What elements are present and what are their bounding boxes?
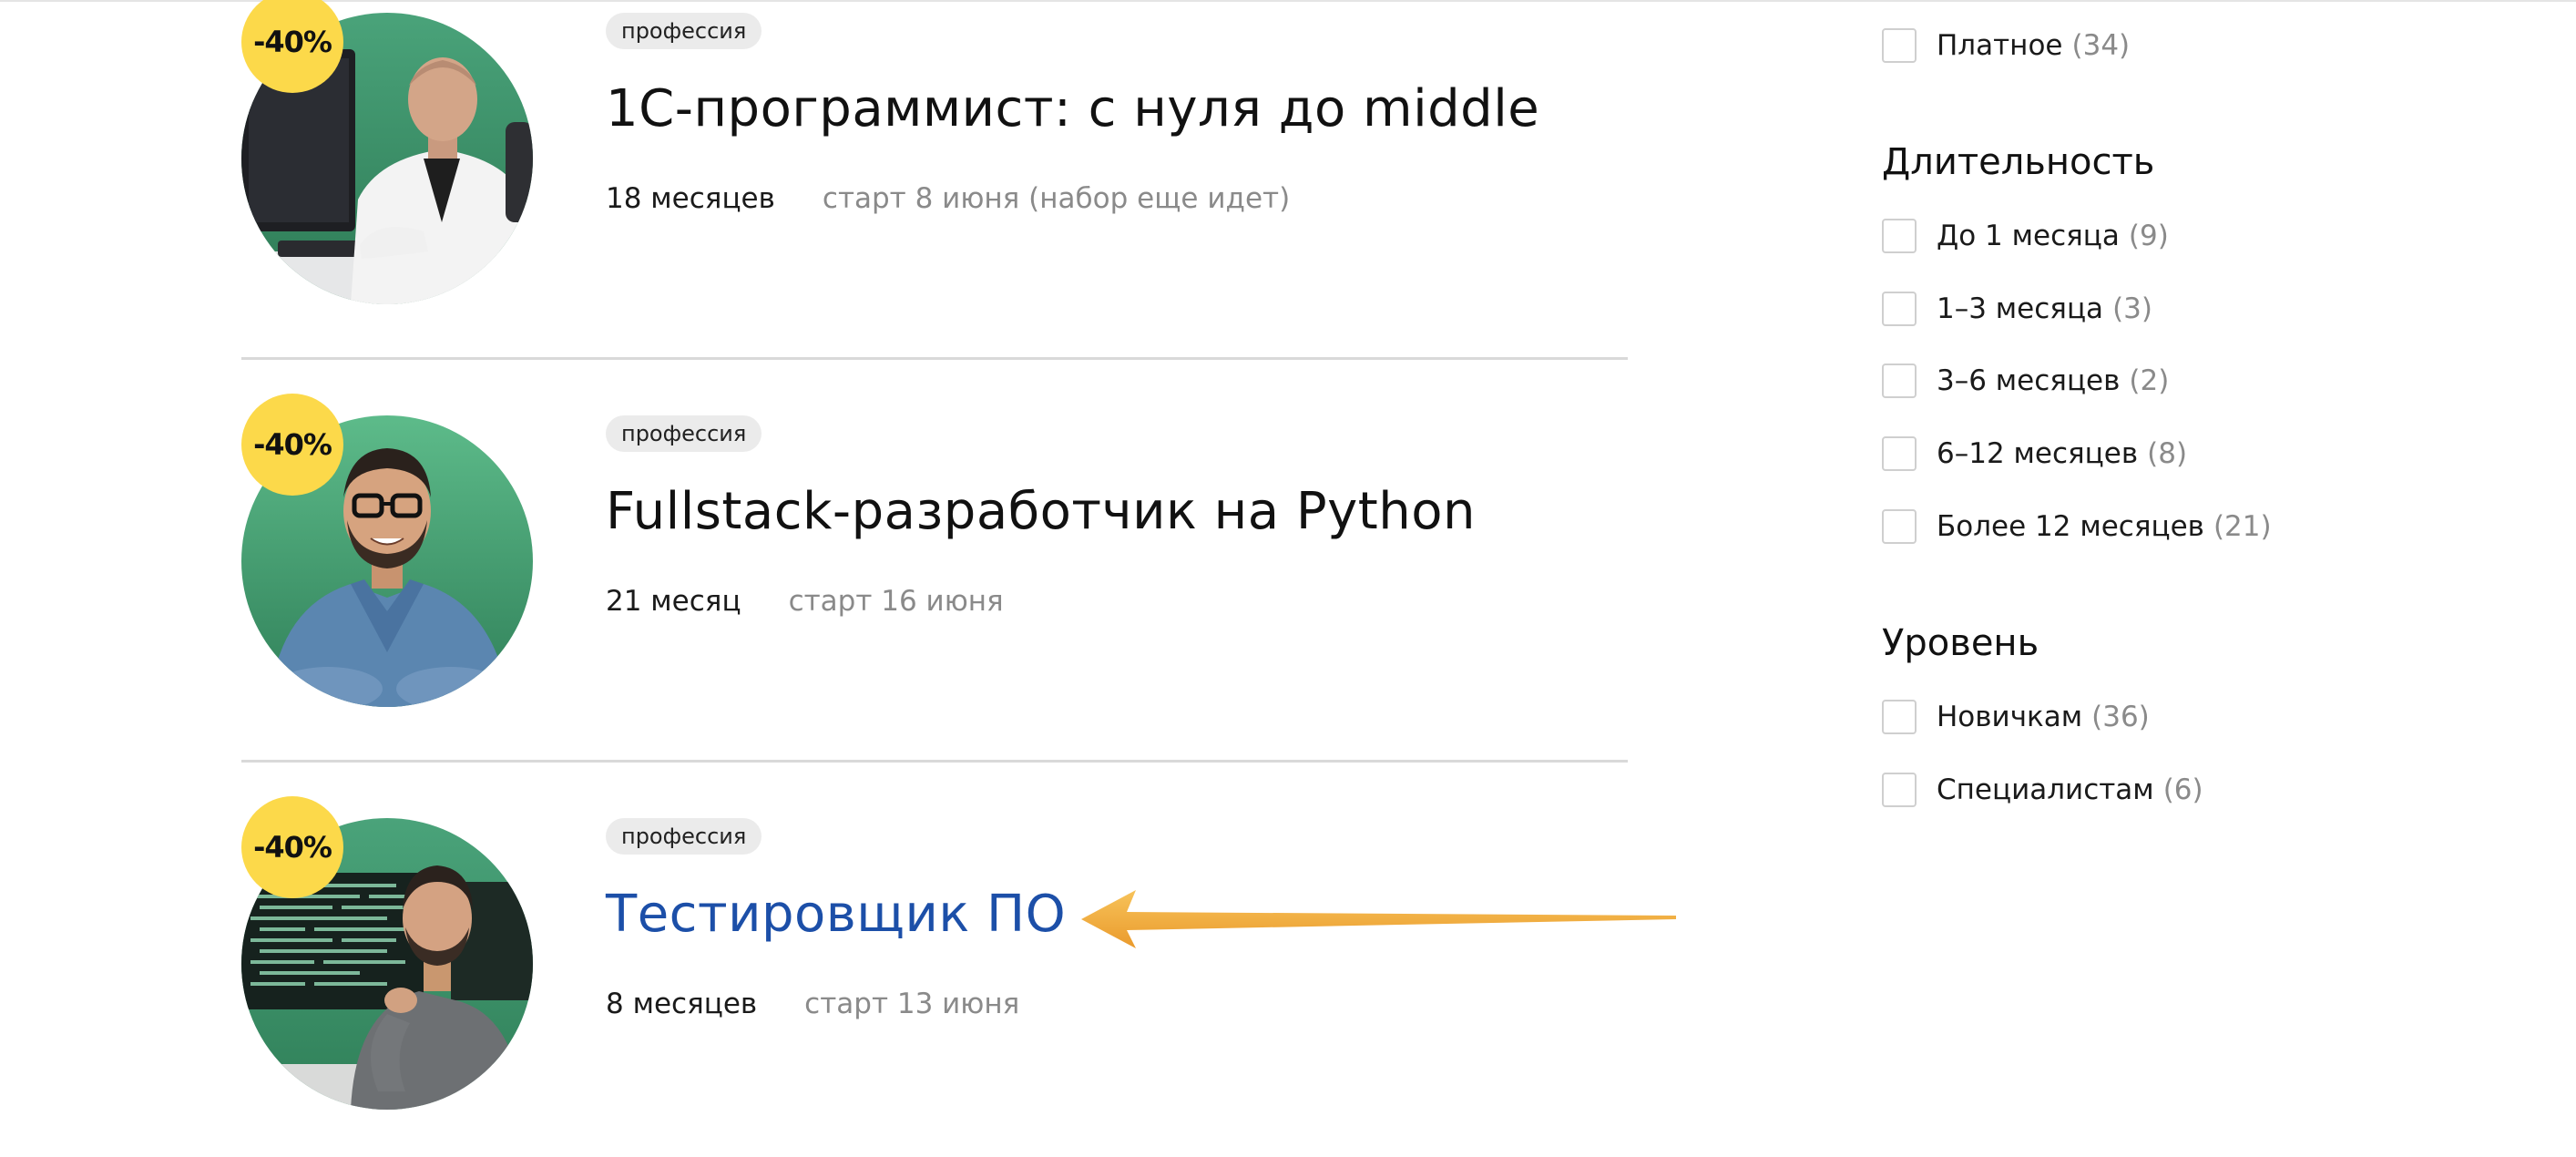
- filter-checkbox[interactable]: [1882, 436, 1917, 471]
- filter-count: (8): [2147, 437, 2188, 470]
- course-title-link[interactable]: Тестировщик ПО: [606, 878, 1066, 951]
- filter-label: 1–3 месяца: [1937, 292, 2104, 325]
- filter-checkbox[interactable]: [1882, 292, 1917, 326]
- filter-option-duration[interactable]: 3–6 месяцев (2): [1882, 361, 2169, 401]
- filter-checkbox[interactable]: [1882, 363, 1917, 398]
- filter-option-duration[interactable]: 1–3 месяца (3): [1882, 289, 2152, 329]
- course-duration: 8 месяцев: [606, 988, 758, 1020]
- filter-label: 6–12 месяцев: [1937, 437, 2139, 470]
- catalog-page: -40% профессия 1С-программист: с нуля до…: [0, 0, 2576, 1157]
- filter-option-duration[interactable]: До 1 месяца (9): [1882, 216, 2169, 256]
- filter-label: Платное: [1937, 29, 2063, 62]
- filter-option-duration[interactable]: Более 12 месяцев (21): [1882, 507, 2272, 547]
- filter-label: Специалистам: [1937, 773, 2154, 806]
- filter-option-duration[interactable]: 6–12 месяцев (8): [1882, 434, 2187, 474]
- filter-option-level[interactable]: Новичкам (36): [1882, 697, 2150, 737]
- filter-label: 3–6 месяцев: [1937, 364, 2121, 397]
- course-type-tag: профессия: [606, 415, 762, 452]
- course-divider: [241, 760, 1628, 763]
- filter-heading-level: Уровень: [1882, 622, 2039, 664]
- course-start-date: старт 8 июня (набор еще идет): [822, 182, 1291, 215]
- filter-count: (36): [2091, 701, 2150, 733]
- course-type-tag: профессия: [606, 13, 762, 49]
- course-title-link[interactable]: 1С-программист: с нуля до middle: [606, 73, 1539, 146]
- filter-count: (9): [2128, 220, 2169, 252]
- filter-label: Новичкам: [1937, 701, 2083, 733]
- arrow-pointer-icon: [1081, 890, 1676, 948]
- filter-count: (21): [2213, 510, 2272, 543]
- course-divider: [241, 357, 1628, 360]
- filter-checkbox[interactable]: [1882, 28, 1917, 63]
- course-title-link[interactable]: Fullstack-разработчик на Python: [606, 476, 1476, 548]
- filter-checkbox[interactable]: [1882, 509, 1917, 544]
- course-card[interactable]: -40% профессия 1С-программист: с нуля до…: [241, 0, 1628, 383]
- filter-checkbox[interactable]: [1882, 219, 1917, 253]
- filter-count: (6): [2162, 773, 2203, 806]
- course-type-tag: профессия: [606, 818, 762, 855]
- discount-badge: -40%: [241, 796, 343, 898]
- course-duration: 18 месяцев: [606, 182, 775, 215]
- discount-badge: -40%: [241, 394, 343, 496]
- course-meta: 8 месяцев старт 13 июня: [606, 984, 1019, 1024]
- filter-checkbox[interactable]: [1882, 700, 1917, 734]
- course-card[interactable]: -40% профессия Fullstack-разработчик на …: [241, 394, 1628, 785]
- filter-heading-duration: Длительность: [1882, 141, 2155, 183]
- course-start-date: старт 13 июня: [804, 988, 1020, 1020]
- course-start-date: старт 16 июня: [788, 585, 1004, 618]
- filter-label: Более 12 месяцев: [1937, 510, 2204, 543]
- filter-label: До 1 месяца: [1937, 220, 2120, 252]
- filter-checkbox[interactable]: [1882, 773, 1917, 807]
- filter-count: (3): [2112, 292, 2152, 325]
- filter-count: (2): [2129, 364, 2170, 397]
- filter-option-level[interactable]: Специалистам (6): [1882, 770, 2203, 810]
- filter-count: (34): [2071, 29, 2131, 62]
- course-meta: 18 месяцев старт 8 июня (набор еще идет): [606, 179, 1290, 219]
- course-duration: 21 месяц: [606, 585, 741, 618]
- filter-option-paid[interactable]: Платное (34): [1882, 26, 2130, 66]
- course-card[interactable]: -40% профессия Тестировщик ПО 8 месяцев с…: [241, 796, 1628, 1157]
- course-meta: 21 месяц старт 16 июня: [606, 581, 1004, 621]
